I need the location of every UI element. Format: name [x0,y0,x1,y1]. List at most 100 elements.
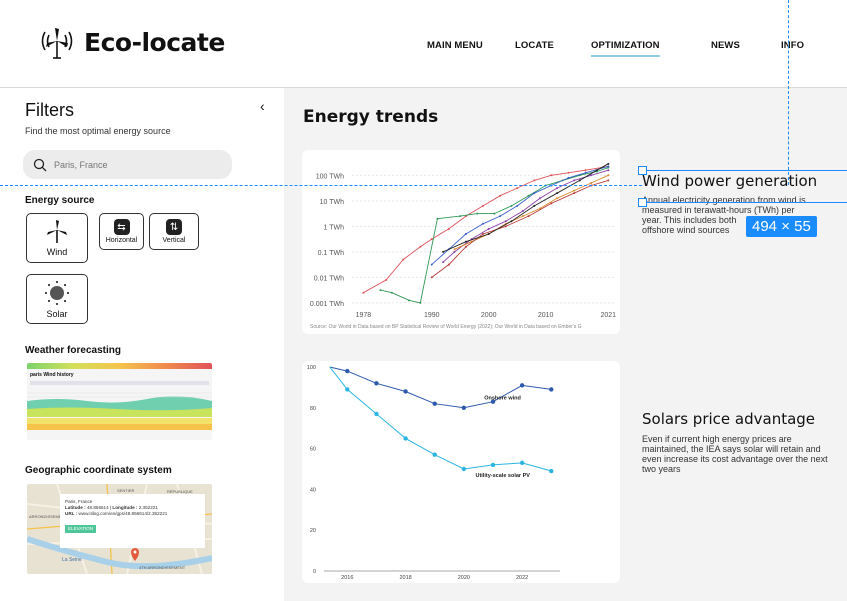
guide-line-vertical [788,0,789,185]
solar-option[interactable]: Solar [26,274,88,324]
data-point [385,278,388,281]
data-point [607,165,610,168]
y-tick-label: 20 [310,528,316,534]
data-point [362,291,365,294]
app-title: Eco-locate [84,27,225,57]
nav-optimization[interactable]: OPTIMIZATION [591,40,660,57]
data-point [430,276,433,279]
nav-main-menu[interactable]: MAIN MENU [427,40,483,51]
popup-latitude: 48.856614 [86,505,109,510]
vertical-option[interactable]: ⇅ Vertical [149,213,199,250]
data-point [567,176,570,179]
data-point [442,250,445,253]
data-point [516,187,519,190]
data-point [419,301,422,304]
y-tick-label: 0.001 TWh [310,301,344,308]
data-point [390,291,393,294]
data-point [549,468,554,474]
nav-news[interactable]: NEWS [711,40,740,51]
x-tick-label: 2021 [601,312,617,319]
data-point [510,220,513,223]
wind-turbine-icon [47,219,67,243]
series-label-solar: Utility-scale solar PV [476,473,531,479]
data-point [607,162,610,165]
price-comparison-chart-card: 0 20 40 60 80 100 2016 2018 2020 2022 Onshore wind… [302,361,620,583]
horizontal-arrows-icon: ⇆ [113,219,130,235]
data-point [504,225,507,228]
sun-icon [45,280,69,305]
y-tick-label: 1 TWh [324,224,345,231]
vertical-arrows-icon: ⇅ [166,219,182,235]
data-point [573,192,576,195]
data-point [556,192,559,195]
x-tick-label: 1990 [424,312,440,319]
data-point [432,401,437,406]
data-point [533,204,536,207]
vertical-label: Vertical [162,237,186,244]
location-pin-icon [131,548,139,561]
data-point [482,204,484,207]
data-point [482,222,484,225]
data-point [487,227,490,230]
horizontal-option[interactable]: ⇆ Horizontal [99,213,144,250]
y-tick-label: 40 [310,487,316,493]
weather-history-thumbnail[interactable]: paris Wind history [27,363,212,440]
data-point [476,212,479,215]
data-point [407,299,410,302]
resize-handle-bottom-left[interactable] [638,198,647,207]
energy-trends-title: Energy trends [303,107,439,127]
data-point [379,289,382,292]
data-point [521,215,524,218]
series-line-1 [380,167,609,304]
data-point [533,192,536,195]
data-point [453,248,456,251]
data-point [499,194,502,197]
popup-longitude: 2.352221 [138,505,158,510]
data-point [504,220,507,223]
resize-handle-top-left[interactable] [638,166,647,175]
app-logo[interactable]: Eco-locate [38,24,225,60]
data-point [402,258,405,261]
popup-url: www.itilog.com/en/gps/48.856614/2.352221 [78,511,168,516]
y-tick-label: 100 [307,365,316,371]
energy-source-title: Energy source [25,195,95,206]
data-point [521,210,524,213]
data-point [493,212,496,215]
y-tick-label: 60 [310,447,316,453]
data-point [519,460,525,466]
y-tick-label: 10 TWh [320,199,344,206]
wind-generation-chart: 0.001 TWh 0.01 TWh 0.1 TWh 1 TWh 10 TWh 100 T… [310,162,617,330]
series-label-onshore: Onshore wind [484,396,521,402]
map-thumbnail[interactable]: SENTIER RÉPUBLIQUE La Seine 4TH ARRONDIS… [27,484,212,574]
data-point [590,174,593,177]
data-point [459,215,462,218]
data-point [345,387,350,392]
data-point [447,263,450,266]
x-tick-label: 2018 [399,575,411,581]
data-point [464,240,467,243]
nav-info[interactable]: INFO [781,40,804,51]
data-point [430,238,433,241]
wind-option[interactable]: Wind [26,213,88,263]
data-point [533,179,536,182]
series-line-5 [431,179,609,278]
data-point [510,204,513,207]
location-popup: Paris, France Latitude : 48.856614 | Lon… [60,494,205,548]
x-tick-label: 1978 [356,312,372,319]
data-point [499,215,502,218]
wind-turbine-logo-icon [41,28,73,59]
elevation-button[interactable]: ELEVATION [65,525,97,533]
selection-box[interactable] [642,170,847,203]
filters-title: Filters [25,100,74,120]
data-point [374,381,379,386]
search-input[interactable] [54,159,214,170]
series-line-1 [329,366,552,472]
search-bar[interactable] [23,150,232,179]
nav-locate[interactable]: LOCATE [515,40,554,51]
data-point [527,215,530,218]
data-point [430,263,433,266]
x-tick-label: 2016 [341,575,353,581]
solar-section-title: Solars price advantage [642,410,816,428]
collapse-sidebar-icon[interactable]: ‹ [260,98,265,114]
data-point [590,181,593,184]
